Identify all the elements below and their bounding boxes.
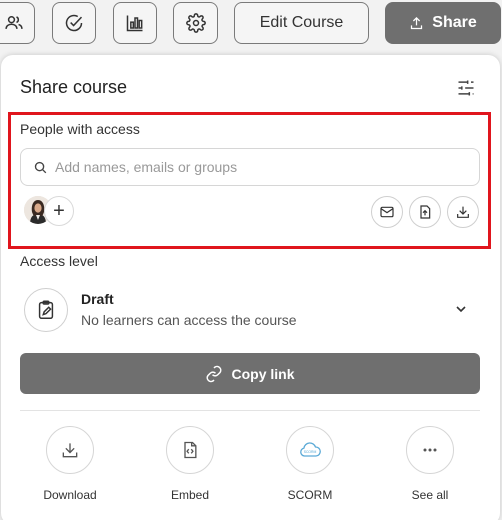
chevron-down-icon — [453, 301, 469, 317]
review-button[interactable] — [52, 2, 96, 44]
download-list-button[interactable] — [447, 196, 479, 228]
share-button[interactable]: Share — [385, 2, 501, 44]
download-action[interactable]: Download — [25, 426, 115, 502]
edit-course-button[interactable]: Edit Course — [234, 2, 369, 44]
scorm-label: SCORM — [287, 488, 333, 502]
top-toolbar: Edit Course Share — [0, 0, 502, 48]
scorm-action[interactable]: SCORM SCORM — [265, 426, 355, 502]
sharing-settings-button[interactable] — [456, 78, 478, 100]
edit-course-label: Edit Course — [259, 14, 344, 31]
people-with-access-label: People with access — [20, 121, 140, 137]
copy-link-label: Copy link — [231, 365, 295, 382]
email-invite-button[interactable] — [371, 196, 403, 228]
clipboard-draft-icon — [24, 288, 68, 332]
scorm-cloud-icon: SCORM — [286, 426, 334, 474]
settings-button[interactable] — [173, 2, 218, 44]
add-person-button[interactable]: + — [44, 196, 74, 226]
share-course-panel: Share course People with access + — [1, 55, 500, 520]
share-label: Share — [432, 14, 477, 31]
scorm-badge-text: SCORM — [304, 450, 317, 454]
panel-title: Share course — [20, 77, 128, 97]
access-level-selector[interactable]: Draft No learners can access the course — [20, 281, 482, 341]
analytics-button[interactable] — [113, 2, 157, 44]
gear-icon — [185, 13, 206, 33]
link-icon — [205, 365, 223, 383]
plus-icon: + — [53, 199, 65, 222]
check-circle-icon — [64, 13, 84, 33]
copy-link-button[interactable]: Copy link — [20, 353, 480, 394]
download-label: Download — [43, 488, 97, 502]
download-icon — [46, 426, 94, 474]
access-level-name: Draft — [81, 291, 114, 307]
access-level-label: Access level — [20, 253, 98, 269]
see-all-label: See all — [411, 488, 449, 502]
download-icon — [455, 204, 471, 220]
see-all-action[interactable]: See all — [385, 426, 475, 502]
divider — [20, 410, 480, 411]
users-button[interactable] — [0, 2, 35, 44]
access-level-description: No learners can access the course — [81, 312, 297, 328]
bar-chart-icon — [125, 13, 145, 33]
file-upload-icon — [417, 204, 433, 220]
sliders-icon — [456, 78, 478, 98]
share-upload-icon — [409, 16, 424, 31]
embed-icon — [166, 426, 214, 474]
more-icon — [406, 426, 454, 474]
people-search[interactable] — [20, 148, 480, 186]
users-icon — [4, 13, 24, 33]
upload-button[interactable] — [409, 196, 441, 228]
embed-label: Embed — [170, 488, 210, 502]
mail-icon — [379, 204, 395, 220]
search-input[interactable] — [55, 159, 455, 175]
search-icon — [33, 160, 48, 175]
embed-action[interactable]: Embed — [145, 426, 235, 502]
